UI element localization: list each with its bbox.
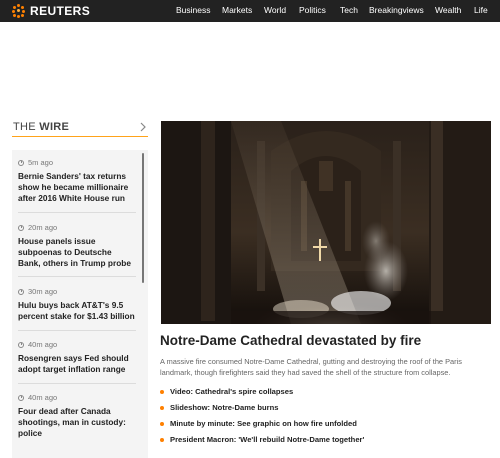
wire-scrollbar[interactable] [142,153,144,283]
reuters-logo[interactable]: REUTERS [12,3,90,19]
the-wire-header: THE WIRE [12,120,148,137]
bullet-dot-icon [160,405,164,410]
bullet-dot-icon [160,389,164,394]
related-link-text[interactable]: Video: Cathedral's spire collapses [170,387,293,396]
nav-business[interactable]: Business [176,5,211,15]
related-link-text[interactable]: Slideshow: Notre-Dame burns [170,403,278,412]
wire-item[interactable]: 5m ago Bernie Sanders' tax returns show … [12,157,136,204]
wire-item[interactable]: 20m ago House panels issue subpoenas to … [12,222,136,269]
wire-item-headline[interactable]: Rosengren says Fed should adopt target i… [18,353,136,375]
divider [18,276,136,277]
lead-story-summary: A massive fire consumed Notre-Dame Cathe… [160,357,462,377]
nav-politics[interactable]: Politics [299,5,326,15]
brand-name: REUTERS [30,4,91,18]
nav-tech[interactable]: Tech [340,5,358,15]
chevron-right-icon[interactable] [138,121,148,133]
bullet-dot-icon [160,437,164,442]
nav-life[interactable]: Life [474,5,488,15]
wire-item-time: 40m ago [28,340,58,349]
wire-item-time: 30m ago [28,287,58,296]
related-link[interactable]: President Macron: 'We'll rebuild Notre-D… [160,435,364,444]
clock-icon [18,341,24,348]
cathedral-fire-photo [161,121,491,324]
related-link[interactable]: Slideshow: Notre-Dame burns [160,403,278,412]
related-link-text[interactable]: President Macron: 'We'll rebuild Notre-D… [170,435,364,444]
nav-markets[interactable]: Markets [222,5,252,15]
reuters-dot-logo-icon [12,4,26,18]
related-link[interactable]: Minute by minute: See graphic on how fir… [160,419,357,428]
clock-icon [18,224,24,231]
the-wire-list: 5m ago Bernie Sanders' tax returns show … [12,150,148,458]
nav-breakingviews[interactable]: Breakingviews [369,5,424,15]
lead-story-headline[interactable]: Notre-Dame Cathedral devastated by fire [160,333,421,348]
wire-item-headline[interactable]: House panels issue subpoenas to Deutsche… [18,236,136,269]
related-link-text[interactable]: Minute by minute: See graphic on how fir… [170,419,357,428]
divider [18,330,136,331]
nav-wealth[interactable]: Wealth [435,5,461,15]
wire-item-time: 40m ago [28,393,58,402]
wire-item[interactable]: 40m ago Rosengren says Fed should adopt … [12,339,136,375]
wire-item-time: 5m ago [28,158,54,167]
clock-icon [18,288,24,295]
wire-item[interactable]: 40m ago Four dead after Canada shootings… [12,392,136,439]
lead-story-photo[interactable] [161,121,491,324]
wire-item-headline[interactable]: Hulu buys back AT&T's 9.5 percent stake … [18,300,136,322]
wire-item-headline[interactable]: Four dead after Canada shootings, man in… [18,406,136,439]
the-wire-title[interactable]: THE WIRE [13,121,69,133]
wire-item[interactable]: 30m ago Hulu buys back AT&T's 9.5 percen… [12,286,136,322]
nav-world[interactable]: World [264,5,286,15]
bullet-dot-icon [160,421,164,426]
clock-icon [18,159,24,166]
wire-item-headline[interactable]: Bernie Sanders' tax returns show he beca… [18,171,136,204]
related-link[interactable]: Video: Cathedral's spire collapses [160,387,293,396]
wire-item-time: 20m ago [28,223,58,232]
divider [18,212,136,213]
top-nav-bar: REUTERS Business Markets World Politics … [0,0,500,22]
divider [18,383,136,384]
clock-icon [18,394,24,401]
